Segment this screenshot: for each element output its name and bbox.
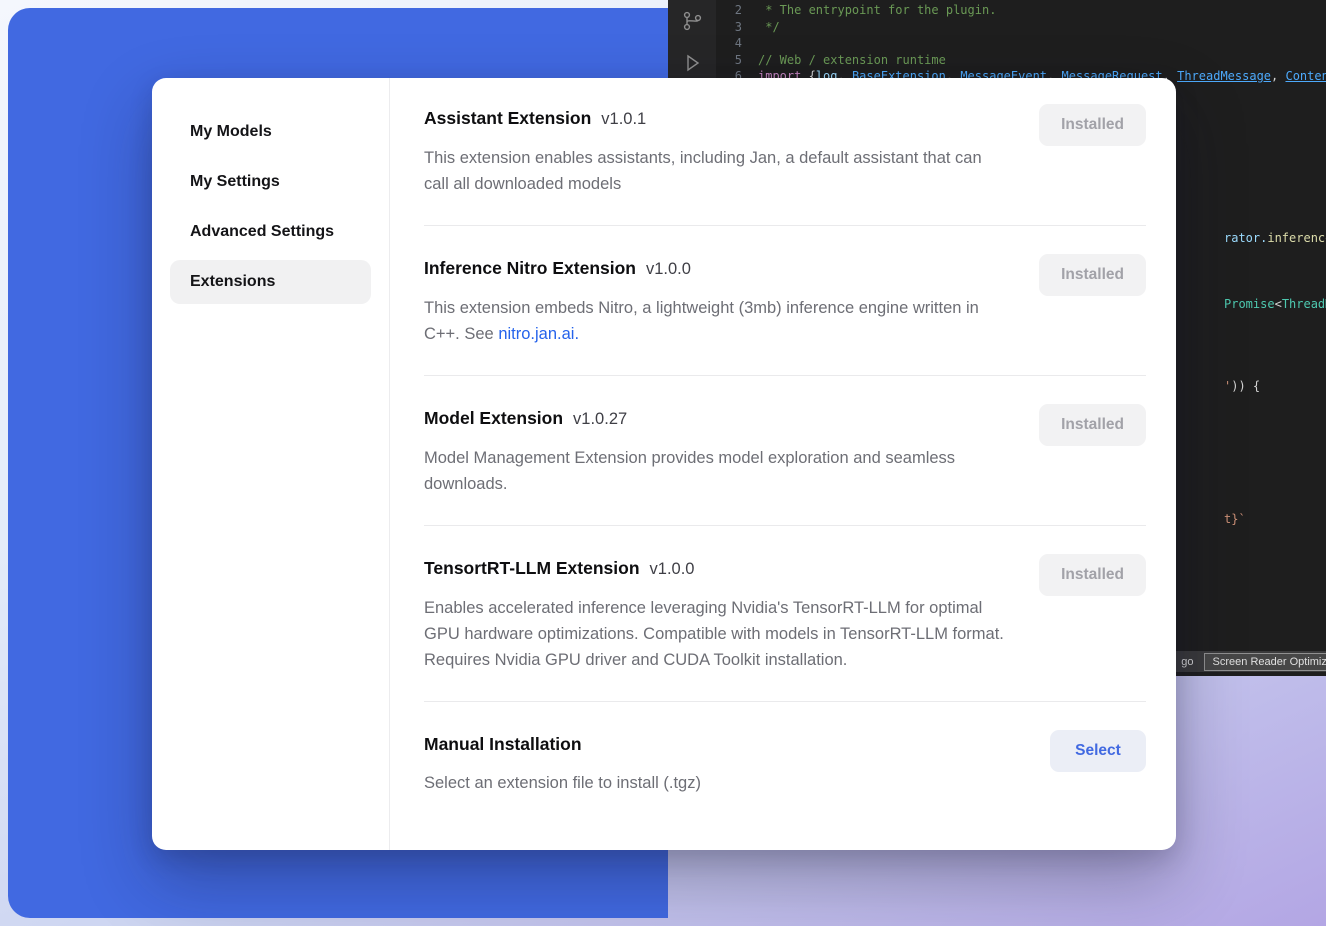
- row-divider: [424, 375, 1146, 376]
- extension-name: Assistant Extension: [424, 108, 591, 128]
- extension-name: Inference Nitro Extension: [424, 258, 636, 278]
- extension-name: TensortRT-LLM Extension: [424, 558, 640, 578]
- extension-title: Manual Installation: [424, 730, 701, 758]
- description-text: Enables accelerated inference leveraging…: [424, 599, 1004, 669]
- screen-reader-chip[interactable]: Screen Reader Optimize: [1204, 653, 1326, 671]
- extension-description: Enables accelerated inference leveraging…: [424, 595, 1009, 673]
- sidebar-item-my-models[interactable]: My Models: [170, 110, 371, 154]
- sidebar-item-extensions[interactable]: Extensions: [170, 260, 371, 304]
- code-line: 2 * The entrypoint for the plugin.: [716, 2, 1326, 19]
- extension-title: Model Extension v1.0.27: [424, 404, 1009, 433]
- sidebar-item-my-settings[interactable]: My Settings: [170, 160, 371, 204]
- code-line: 3 */: [716, 19, 1326, 36]
- description-text: This extension enables assistants, inclu…: [424, 149, 982, 193]
- line-number: 2: [716, 2, 742, 19]
- code-text: */: [742, 19, 780, 36]
- extension-name: Model Extension: [424, 408, 563, 428]
- line-number: 3: [716, 19, 742, 36]
- extensions-list: Assistant Extension v1.0.1 This extension …: [424, 104, 1146, 796]
- settings-sidebar: My Models My Settings Advanced Settings Ext…: [152, 78, 390, 850]
- code-line: 5// Web / extension runtime: [716, 52, 1326, 69]
- code-text: * The entrypoint for the plugin.: [742, 2, 996, 19]
- extension-info: Inference Nitro Extension v1.0.0 This exte…: [424, 254, 1009, 347]
- installed-button[interactable]: Installed: [1039, 104, 1146, 146]
- extension-info: Model Extension v1.0.27 Model Management E…: [424, 404, 1009, 497]
- extension-description: Model Management Extension provides mode…: [424, 445, 1009, 497]
- sidebar-item-advanced-settings[interactable]: Advanced Settings: [170, 210, 371, 254]
- code-fragment: t}`: [1224, 511, 1246, 527]
- installed-button[interactable]: Installed: [1039, 254, 1146, 296]
- settings-modal: My Models My Settings Advanced Settings Ext…: [152, 78, 1176, 850]
- extension-title: Assistant Extension v1.0.1: [424, 104, 1009, 133]
- extension-title: Inference Nitro Extension v1.0.0: [424, 254, 1009, 283]
- extension-version: v1.0.0: [650, 560, 695, 578]
- extension-version: v1.0.27: [573, 410, 627, 428]
- source-control-icon[interactable]: [681, 10, 703, 32]
- extensions-content: Assistant Extension v1.0.1 This extension …: [390, 78, 1176, 850]
- row-divider: [424, 701, 1146, 702]
- extension-row: Assistant Extension v1.0.1 This extension …: [424, 104, 1146, 197]
- code-line: 4: [716, 35, 1326, 52]
- run-debug-icon[interactable]: [681, 52, 703, 74]
- code-fragment: ')) {: [1224, 378, 1260, 394]
- description-text: Select an extension file to install (.tg…: [424, 774, 701, 792]
- extension-info: TensortRT-LLM Extension v1.0.0 Enables acc…: [424, 554, 1009, 673]
- nitro-link[interactable]: nitro.jan.ai.: [498, 325, 579, 343]
- code-lines: 2 * The entrypoint for the plugin.3 */45…: [716, 2, 1326, 85]
- code-text: // Web / extension runtime: [742, 52, 946, 69]
- code-fragment: Promise<ThreadMessage>: [1224, 296, 1326, 312]
- extension-info: Assistant Extension v1.0.1 This extension …: [424, 104, 1009, 197]
- extension-version: v1.0.1: [601, 110, 646, 128]
- extension-name: Manual Installation: [424, 734, 582, 754]
- extension-row: Inference Nitro Extension v1.0.0 This exte…: [424, 254, 1146, 347]
- extension-description: This extension embeds Nitro, a lightweig…: [424, 295, 1009, 347]
- installed-button[interactable]: Installed: [1039, 404, 1146, 446]
- description-text: Model Management Extension provides mode…: [424, 449, 955, 493]
- extension-row: Manual Installation Select an extension f…: [424, 730, 1146, 796]
- row-divider: [424, 525, 1146, 526]
- code-fragment: rator.inference(data));: [1224, 230, 1326, 246]
- line-number: 4: [716, 35, 742, 52]
- select-button[interactable]: Select: [1050, 730, 1146, 772]
- installed-button[interactable]: Installed: [1039, 554, 1146, 596]
- extension-description: Select an extension file to install (.tg…: [424, 770, 701, 796]
- code-text: [742, 35, 758, 52]
- extension-description: This extension enables assistants, inclu…: [424, 145, 1009, 197]
- line-number: 5: [716, 52, 742, 69]
- extension-title: TensortRT-LLM Extension v1.0.0: [424, 554, 1009, 583]
- row-divider: [424, 225, 1146, 226]
- statusbar-text: go: [1181, 656, 1193, 668]
- extension-info: Manual Installation Select an extension f…: [424, 730, 701, 796]
- extension-row: TensortRT-LLM Extension v1.0.0 Enables acc…: [424, 554, 1146, 673]
- extension-row: Model Extension v1.0.27 Model Management E…: [424, 404, 1146, 497]
- extension-version: v1.0.0: [646, 260, 691, 278]
